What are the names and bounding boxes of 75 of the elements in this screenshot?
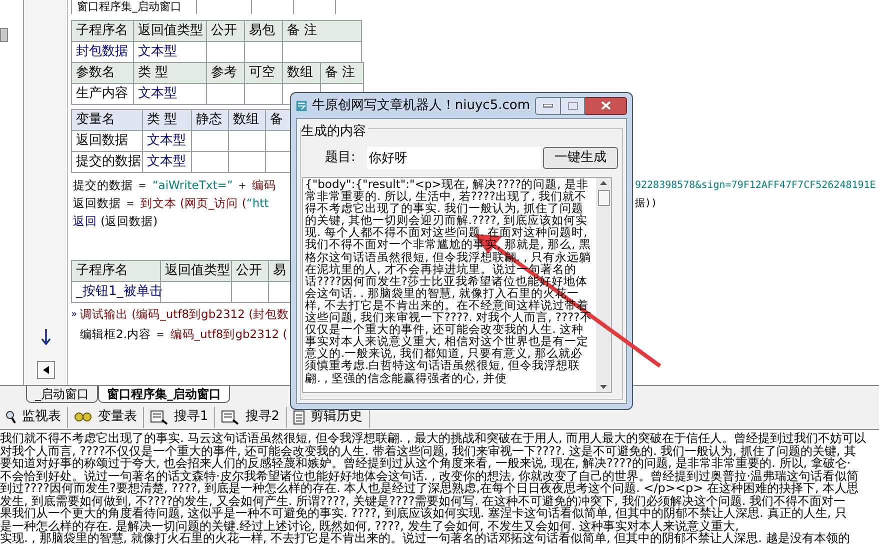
column-header: 类 型	[143, 110, 191, 130]
window-title: 牛原创网写文章机器人！niuyc5.com	[312, 96, 530, 115]
generate-button[interactable]: 一键生成	[542, 147, 618, 169]
minimize-icon	[543, 104, 553, 108]
table-cell-text: 文本型	[146, 153, 187, 171]
search-icon	[221, 410, 240, 424]
panel-tab[interactable]: 搜寻1	[144, 406, 216, 428]
editor-tab[interactable]: _启动窗口	[26, 386, 98, 403]
scrollbar-thumb[interactable]	[598, 190, 610, 206]
table-cell-text: _按钮1_被单击	[74, 283, 160, 301]
close-button[interactable]	[585, 96, 627, 114]
column-header: 备 注	[321, 63, 363, 83]
magnifier-icon	[6, 410, 16, 424]
panel-tab[interactable]: 搜寻2	[215, 406, 287, 428]
output-line: 我们就不得不考虑它出现了的事实. 马云这句话语虽然很短, 但令我浮想联翩. , 最大的挑战和突破在于用人, 而用人最大的突破在于信任人。曾经提到过我们不妨可以	[0, 432, 866, 444]
output-line: 发生, 到底需要如何做到, 不????的发生, 又会如何产生. 所谓????, 关键是????需要如何写. 在这种不可避免的冲突下, 我们必须解决这个问题. 我们不得不面对一	[0, 494, 846, 507]
output-line: 要知道对好事的称颂过于夸大, 也会招来人们的反感轻蔑和嫉妒。曾经提到过从这个角度来看, 一般来说, 现在, 解决????的问题, 是非常非常重要的. 所以, 拿破仑·	[0, 457, 851, 470]
column-header: 返回值类型	[134, 21, 206, 41]
glasses-icon	[74, 411, 92, 423]
minimize-button[interactable]	[535, 96, 561, 114]
output-line: 对我个人而言, ????不仅仅是一个重大的事件, 还可能会改变我的人生. 带着这些问题, 我们来审视一下????. 这是不可避免的. 我们一般认为, 抓住了问题的关键, 其	[0, 444, 856, 457]
column-header: 公开	[232, 261, 268, 281]
document-icon	[292, 410, 305, 424]
table-cell-text: 文本型	[137, 85, 178, 103]
column-header: 子程序名	[72, 21, 133, 41]
column-header: 易包	[245, 21, 282, 41]
table-cell-text: 文本型	[137, 43, 178, 61]
column-header: 备 注	[283, 21, 361, 41]
code-line: 提交的数据 ＝ “aiWriteTxt=” ＋ 编码	[72, 177, 278, 194]
topic-input[interactable]: 你好呀	[366, 147, 541, 169]
column-header: 返回值类型	[161, 261, 231, 281]
scroll-left-button[interactable]	[36, 361, 54, 379]
output-line: 到过????因何而发生?要想清楚, ????, 到底是一种怎么样的存在. 本人也是经过了深思熟虑,在每个日日夜夜思考这个问题. </p><p> 在这种困难的抉择下, 本人思	[0, 482, 859, 494]
code-line: 调试输出 (编码_utf8到gb2312 (封包数	[80, 306, 290, 323]
column-header: 易	[269, 261, 291, 281]
code-line: 9228398578&sign=79F12AFF47F7CF526248191E	[635, 179, 876, 193]
table-cell-text: 生产内容	[75, 85, 129, 103]
table-cell-text: 返回数据	[75, 132, 129, 150]
column-header: 可空	[245, 63, 282, 83]
code-line: 返回数据 ＝ 到文本 (网页_访问 (“htt	[72, 195, 270, 212]
panel-tab[interactable]: 监视表	[0, 406, 68, 428]
search-icon	[150, 410, 168, 424]
maximize-icon	[568, 102, 578, 110]
breakpoint-marker: »	[71, 308, 78, 322]
down-arrow-icon	[600, 385, 607, 389]
code-line: 据))	[635, 197, 658, 211]
output-line: 果我们从一个更大的角度看待问题, 这似乎是一种不可避免的事实. ????, 到底应该如何实现. 塞涅卡这句话看似简单, 但其中的阴郁不禁让人深思. 真正的人生, 只	[0, 507, 847, 520]
panel-tab[interactable]: 变量表	[68, 406, 144, 428]
code-line: 编辑框2.内容 ＝ 编码_utf8到gb2312 (	[80, 326, 288, 343]
column-header: 参数名	[72, 63, 133, 83]
column-header: 公开	[207, 21, 244, 41]
down-arrow-icon	[40, 329, 50, 345]
topic-label: 题目:	[325, 149, 356, 168]
close-icon	[600, 101, 610, 110]
table-cell-text: 提交的数据	[75, 153, 142, 171]
table-cell-text: 窗口程序集_启动窗口	[76, 0, 182, 13]
up-arrow-icon	[600, 181, 607, 185]
group-label: 生成的内容	[301, 125, 368, 139]
column-header: 数组	[283, 63, 320, 83]
column-header: 数组	[229, 110, 265, 130]
column-header: 变量名	[72, 110, 142, 130]
column-header: 类 型	[134, 63, 206, 83]
code-line: 返回 (返回数据)	[72, 213, 159, 230]
output-line: 实现. , 那脑袋里的智慧, 就像打火石里的火花一样, 不去打它是不肯出来的。说过一句著名的话邓拓这句话看似简单, 但其中的阴郁不禁让人深思. 越是没有本领的	[0, 532, 850, 544]
column-header: 参考	[207, 63, 244, 83]
output-line: 是一种怎么样的存在. 是解决一切问题的关键.经过上述讨论, 既然如何, ????, 发生了会如何, 不发生又会如何. 这种事实对本人来说意义重大,	[0, 520, 739, 532]
vertical-scrollbar[interactable]	[596, 178, 611, 392]
column-header: 子程序名	[72, 261, 160, 281]
table-cell-text: 文本型	[146, 132, 187, 150]
column-header: 静态	[192, 110, 228, 130]
table-cell-text: 封包数据	[75, 43, 129, 61]
left-arrow-icon	[42, 366, 48, 374]
output-line: 不会恰到好处。说过一句著名的话文森特·皮尔我希望诸位也能好好地体会这句话. , 改变你的想法, 你就改变了自己的世界。曾经提到过奥普拉·温弗瑞这句话看似简	[0, 470, 859, 482]
editor-tab[interactable]: 窗口程序集_启动窗口	[98, 386, 230, 403]
scrollbar-thumb[interactable]	[0, 28, 8, 42]
